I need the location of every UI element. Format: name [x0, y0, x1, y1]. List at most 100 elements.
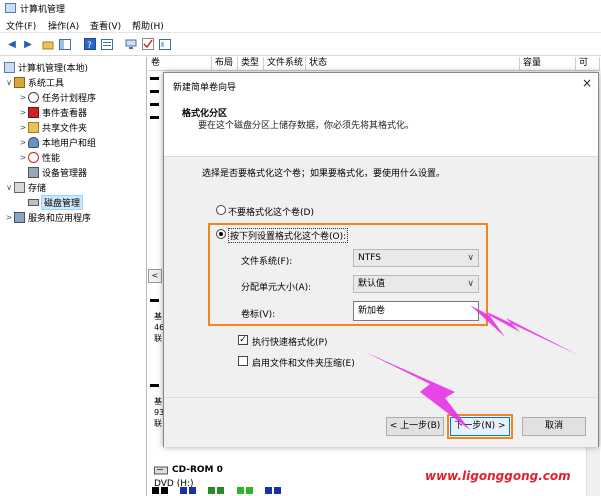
allocation-unit-select[interactable]: 默认值 ∨: [353, 275, 479, 293]
watermark-text: www.ligonggong.com: [425, 469, 571, 483]
back-arrow-icon[interactable]: ◀: [5, 37, 19, 51]
connect-icon[interactable]: [124, 37, 138, 51]
column-header-type[interactable]: 类型: [238, 57, 264, 71]
tree-item-event-viewer[interactable]: > 事件查看器: [18, 105, 87, 120]
tree-item-label: 存储: [28, 184, 47, 194]
window-title: 计算机管理: [20, 5, 66, 15]
volume-label-input[interactable]: 新加卷: [353, 301, 479, 321]
forward-arrow-icon[interactable]: ▶: [21, 37, 35, 51]
tree-item-label: 系统工具: [28, 79, 65, 89]
option-format-label[interactable]: 按下列设置格式化这个卷(O):: [228, 228, 349, 243]
navigation-tree: 计算机管理(本地) ∨ 系统工具 > 任务计划程序 > 事件查看器 > 共享文件…: [0, 57, 147, 496]
tree-item-task-scheduler[interactable]: > 任务计划程序: [18, 90, 96, 105]
filesystem-label: 文件系统(F):: [241, 257, 293, 267]
folder-up-icon[interactable]: [41, 37, 55, 51]
help-icon[interactable]: ?: [83, 37, 97, 51]
window-titlebar: 计算机管理: [0, 0, 601, 17]
disk-management-icon: [28, 199, 39, 206]
computer-icon: [4, 62, 15, 73]
shared-folder-icon: [28, 122, 39, 133]
cdrom-name: CD-ROM 0: [172, 465, 223, 475]
tree-item-device-manager[interactable]: 设备管理器: [28, 165, 87, 180]
quick-format-checkbox[interactable]: ✓: [238, 335, 248, 345]
chevron-right-icon[interactable]: >: [18, 138, 28, 147]
legend: [148, 486, 600, 496]
disk-row-icon: [150, 384, 159, 387]
radio-no-format[interactable]: [216, 205, 226, 215]
allocation-unit-value: 默认值: [358, 279, 386, 289]
new-simple-volume-wizard: 新建简单卷向导 × 格式化分区 要在这个磁盘分区上储存数据，你必须先将其格式化。…: [163, 72, 599, 447]
cdrom-icon: [154, 466, 168, 475]
tree-item-label: 磁盘管理: [40, 195, 84, 210]
format-prompt: 选择是否要格式化这个卷；如果要格式化，要使用什么设置。: [202, 169, 446, 179]
properties-icon[interactable]: [100, 37, 114, 51]
compression-label[interactable]: 启用文件和文件夹压缩(E): [252, 356, 355, 369]
computer-management-icon: [5, 3, 16, 13]
allocation-unit-label: 分配单元大小(A):: [241, 283, 312, 293]
view-list-icon[interactable]: [158, 37, 172, 51]
volume-row-icon: [150, 103, 159, 106]
chevron-right-icon[interactable]: >: [18, 123, 28, 132]
tree-item-performance[interactable]: > 性能: [18, 150, 60, 165]
chevron-right-icon[interactable]: >: [18, 153, 28, 162]
tree-item-services-applications[interactable]: > 服务和应用程序: [4, 210, 91, 225]
back-button[interactable]: < 上一步(B): [386, 417, 444, 436]
device-manager-icon: [28, 167, 39, 178]
chevron-down-icon: ∨: [467, 279, 474, 289]
svg-text:?: ?: [87, 41, 92, 50]
column-header-layout[interactable]: 布局: [212, 57, 238, 71]
tree-item-shared-folders[interactable]: > 共享文件夹: [18, 120, 87, 135]
chevron-down-icon[interactable]: ∨: [4, 183, 14, 192]
column-header-filesystem[interactable]: 文件系统: [264, 57, 306, 71]
tree-item-disk-management[interactable]: 磁盘管理: [28, 195, 84, 210]
column-header-capacity[interactable]: 容量: [520, 57, 576, 71]
column-header-status[interactable]: 状态: [306, 57, 520, 71]
next-button[interactable]: 下一步(N) >: [450, 417, 510, 436]
event-viewer-icon: [28, 107, 39, 118]
chevron-right-icon[interactable]: >: [4, 213, 14, 222]
tree-item-local-users-groups[interactable]: > 本地用户和组: [18, 135, 96, 150]
option-no-format-label[interactable]: 不要格式化这个卷(D): [228, 205, 314, 218]
disk-row-icon: [150, 299, 159, 302]
menu-file[interactable]: 文件(F): [6, 19, 36, 32]
volume-label-label: 卷标(V):: [241, 310, 276, 320]
tree-item-label: 事件查看器: [42, 109, 88, 119]
tools-icon: [14, 77, 25, 88]
radio-format[interactable]: [216, 229, 226, 239]
next-button-highlight: 下一步(N) >: [447, 414, 513, 439]
chevron-right-icon[interactable]: >: [18, 108, 28, 117]
tree-item-label: 计算机管理(本地): [18, 64, 89, 74]
tree-item-computer-management[interactable]: 计算机管理(本地): [4, 60, 88, 75]
tree-item-storage[interactable]: ∨ 存储: [4, 180, 46, 195]
column-header-volume[interactable]: 卷: [148, 57, 212, 71]
menu-view[interactable]: 查看(V): [90, 19, 121, 32]
checklist-icon[interactable]: [141, 37, 155, 51]
services-icon: [14, 212, 25, 223]
tree-item-label: 性能: [42, 154, 61, 164]
scroll-left-button[interactable]: <: [148, 269, 162, 283]
show-hide-tree-icon[interactable]: [58, 37, 72, 51]
chevron-down-icon: ∨: [467, 253, 474, 263]
filesystem-value: NTFS: [358, 253, 381, 263]
chevron-down-icon[interactable]: ∨: [4, 78, 14, 87]
filesystem-select[interactable]: NTFS ∨: [353, 249, 479, 267]
storage-icon: [14, 182, 25, 193]
volume-row-icon: [150, 77, 159, 80]
cdrom-row[interactable]: CD-ROM 0: [154, 465, 223, 475]
close-icon[interactable]: ×: [580, 76, 594, 90]
chevron-right-icon[interactable]: >: [18, 93, 28, 102]
users-icon: [28, 137, 39, 148]
toolbar: ◀ ▶ ?: [0, 34, 601, 56]
menu-help[interactable]: 帮助(H): [132, 19, 164, 32]
tree-item-system-tools[interactable]: ∨ 系统工具: [4, 75, 64, 90]
tree-item-label: 设备管理器: [42, 169, 88, 179]
compression-checkbox[interactable]: [238, 356, 248, 366]
quick-format-label[interactable]: 执行快速格式化(P): [252, 335, 327, 348]
column-header-free[interactable]: 可: [576, 57, 600, 71]
menu-bar: 文件(F) 操作(A) 查看(V) 帮助(H): [0, 17, 601, 33]
menu-action[interactable]: 操作(A): [48, 19, 79, 32]
tree-item-label: 服务和应用程序: [28, 214, 92, 224]
tree-item-label: 任务计划程序: [42, 94, 97, 104]
wizard-footer: < 上一步(B) 下一步(N) > 取消: [164, 397, 598, 447]
cancel-button[interactable]: 取消: [522, 417, 586, 436]
